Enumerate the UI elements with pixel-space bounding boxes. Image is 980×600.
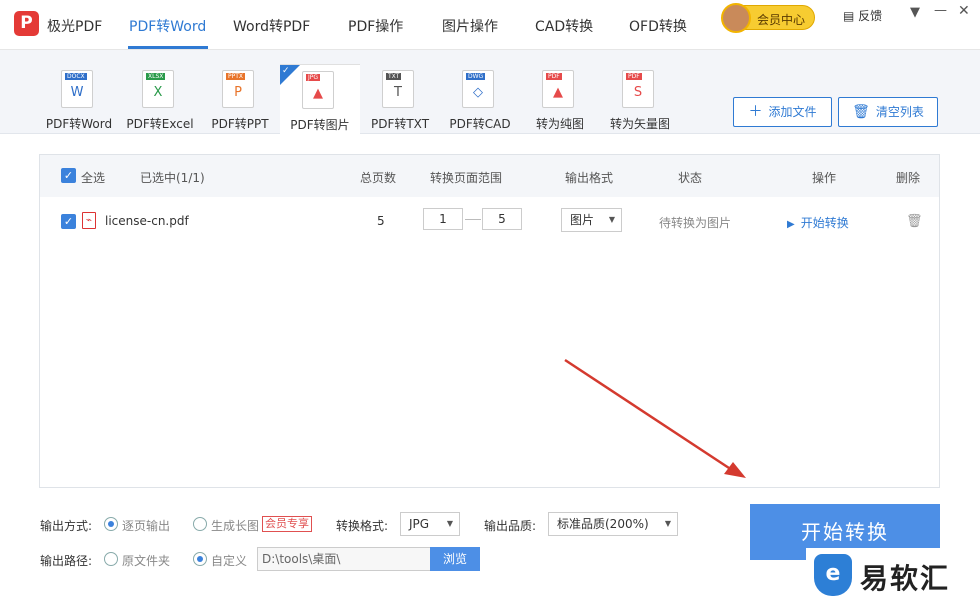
watermark-logo-icon: e bbox=[814, 554, 852, 596]
output-path-input[interactable]: D:\tools\桌面\ bbox=[257, 547, 431, 571]
radio-custom-folder[interactable] bbox=[193, 552, 207, 566]
browse-button[interactable]: 浏览 bbox=[430, 547, 480, 571]
radio-long-image[interactable] bbox=[193, 517, 207, 531]
conversion-format-select[interactable]: JPG ▼ bbox=[400, 512, 460, 536]
format-label: 转换格式: bbox=[336, 519, 389, 533]
output-path-label: 输出路径: bbox=[40, 554, 93, 568]
vip-badge: 会员专享 bbox=[262, 516, 312, 532]
quality-label: 输出品质: bbox=[484, 519, 537, 533]
output-mode-label: 输出方式: bbox=[40, 519, 93, 533]
dropdown-arrow-icon: ▼ bbox=[446, 519, 453, 528]
radio-original-folder[interactable] bbox=[104, 552, 118, 566]
radio-per-page[interactable] bbox=[104, 517, 118, 531]
original-folder-label: 原文件夹 bbox=[122, 554, 171, 568]
per-page-label: 逐页输出 bbox=[122, 519, 171, 533]
dropdown-arrow-icon: ▼ bbox=[664, 519, 671, 528]
watermark: e 易软汇 bbox=[806, 548, 980, 600]
long-image-label: 生成长图 bbox=[211, 519, 260, 533]
watermark-text: 易软汇 bbox=[860, 562, 951, 595]
output-quality-select[interactable]: 标准品质(200%) ▼ bbox=[548, 512, 678, 536]
custom-folder-label: 自定义 bbox=[211, 554, 248, 568]
